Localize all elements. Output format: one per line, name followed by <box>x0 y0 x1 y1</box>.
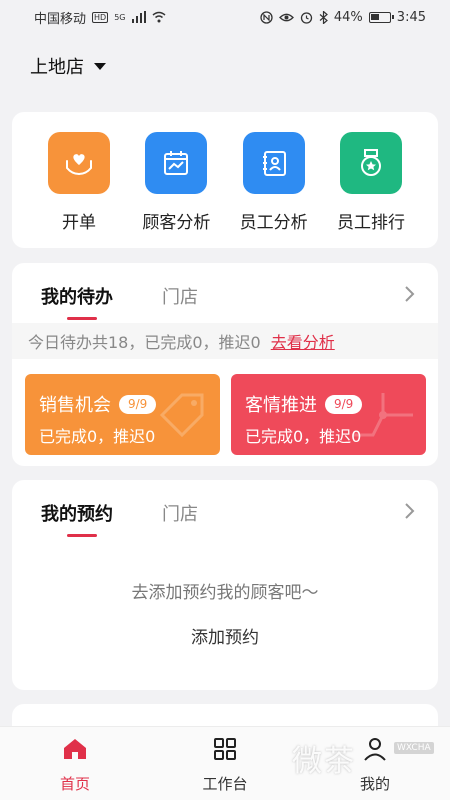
action-label: 顾客分析 <box>142 213 211 233</box>
nav-label: 工作台 <box>202 775 248 793</box>
empty-state-text: 去添加预约我的顾客吧～ <box>131 583 319 603</box>
heart-hands-icon <box>48 132 110 194</box>
action-label: 员工排行 <box>336 213 405 233</box>
network-type: 5G <box>114 12 126 22</box>
nav-label: 我的 <box>359 775 390 793</box>
tile-subtitle: 已完成0，推迟0 <box>245 427 362 446</box>
action-create-order[interactable]: 开单 <box>34 132 124 233</box>
appointment-card: 我的预约 门店 去添加预约我的顾客吧～ 添加预约 <box>12 480 438 690</box>
tile-title: 销售机会 <box>39 395 111 416</box>
home-icon <box>62 737 88 765</box>
grid-icon <box>213 737 237 765</box>
watermark: 微茶 <box>292 744 356 779</box>
signal-icon <box>131 11 146 23</box>
wifi-icon <box>152 11 166 23</box>
hd-badge: HD <box>92 11 109 23</box>
battery-percent: 44% <box>333 9 363 25</box>
nav-workbench[interactable]: 工作台 <box>180 737 270 794</box>
tile-badge: 9/9 <box>119 394 157 414</box>
clock: 3:45 <box>396 9 426 25</box>
add-appointment-button[interactable]: 添加预约 <box>12 623 438 648</box>
action-label: 开单 <box>62 213 96 233</box>
status-bar: 中国移动 HD 5G 44% 3:45 <box>0 0 450 34</box>
tab-my-todo[interactable]: 我的待办 <box>41 283 113 320</box>
action-staff-ranking[interactable]: 员工排行 <box>326 132 416 233</box>
carrier-name: 中国移动 <box>34 11 87 27</box>
watermark-tag: WXCHA <box>394 742 434 754</box>
bottom-nav: 首页 工作台 我的 <box>0 726 450 800</box>
tab-my-appointments[interactable]: 我的预约 <box>41 500 113 537</box>
battery-icon <box>368 11 394 23</box>
caret-down-icon <box>94 62 106 70</box>
chevron-right-icon[interactable] <box>404 285 416 307</box>
circuit-decoration-icon <box>348 385 418 449</box>
sales-opportunity-tile[interactable]: 销售机会 9/9 已完成0，推迟0 <box>25 374 220 455</box>
tag-decoration-icon <box>152 385 212 449</box>
todo-card: 我的待办 门店 今日待办共18，已完成0，推迟0 去看分析 销售机会 9/9 已… <box>12 263 438 466</box>
action-label: 员工分析 <box>239 213 308 233</box>
todo-tabs: 我的待办 门店 <box>12 263 438 323</box>
todo-summary: 今日待办共18，已完成0，推迟0 去看分析 <box>12 323 438 359</box>
status-left: 中国移动 HD 5G <box>34 8 166 27</box>
nfc-icon <box>260 10 273 24</box>
id-card-icon <box>242 132 305 194</box>
appointment-tabs: 我的预约 门店 <box>12 480 438 540</box>
tile-title: 客情推进 <box>245 395 317 416</box>
tab-store-appointments[interactable]: 门店 <box>162 500 198 526</box>
nav-label: 首页 <box>59 775 90 793</box>
eye-icon <box>278 12 294 23</box>
user-icon <box>363 737 387 765</box>
medal-icon <box>339 132 402 194</box>
tab-store-todo[interactable]: 门店 <box>162 283 198 309</box>
status-right: 44% 3:45 <box>260 10 426 25</box>
store-selector[interactable]: 上地店 <box>30 52 106 80</box>
customer-followup-tile[interactable]: 客情推进 9/9 已完成0，推迟0 <box>231 374 426 455</box>
quick-actions-card: 开单 顾客分析 员工分析 员工排行 <box>12 112 438 248</box>
todo-summary-text: 今日待办共18，已完成0，推迟0 <box>28 333 261 352</box>
chevron-right-icon[interactable] <box>404 502 416 524</box>
action-customer-analysis[interactable]: 顾客分析 <box>131 132 221 233</box>
nav-home[interactable]: 首页 <box>30 737 120 794</box>
view-analysis-link[interactable]: 去看分析 <box>271 329 335 353</box>
tile-subtitle: 已完成0，推迟0 <box>39 427 156 446</box>
bluetooth-icon <box>319 10 328 24</box>
calendar-chart-icon <box>145 132 208 194</box>
store-name: 上地店 <box>30 57 84 78</box>
action-staff-analysis[interactable]: 员工分析 <box>229 132 319 233</box>
alarm-icon <box>300 11 313 24</box>
